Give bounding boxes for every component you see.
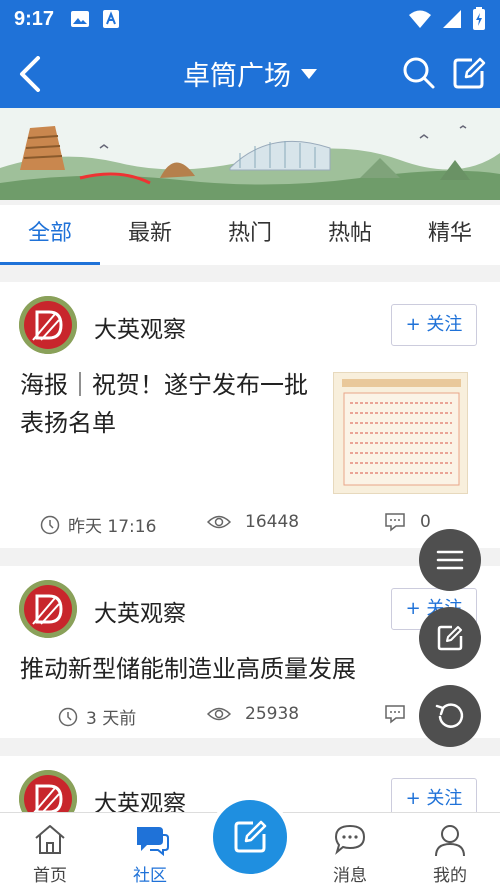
post-time-text: 昨天 17:16 (68, 517, 157, 537)
profile-icon (435, 825, 465, 857)
home-icon (35, 825, 65, 854)
follow-button[interactable]: + 关注 (391, 304, 477, 346)
eye-icon (207, 515, 231, 529)
tab-all[interactable]: 全部 (0, 205, 100, 265)
tab-hot-posts[interactable]: 热帖 (300, 205, 400, 265)
author-avatar[interactable] (19, 296, 77, 354)
signal-icon (443, 10, 461, 28)
post-views-count: 16448 (245, 512, 300, 532)
clock-icon (40, 515, 60, 534)
nav-community-label: 社区 (133, 866, 167, 886)
follow-button[interactable]: + 关注 (391, 778, 477, 816)
edit-icon (437, 625, 463, 651)
author-name[interactable]: 大英观察 (94, 594, 186, 628)
tab-latest[interactable]: 最新 (100, 205, 200, 265)
comment-icon (385, 513, 405, 532)
dropdown-arrow-icon (301, 68, 317, 79)
post-time: 昨天 17:16 (40, 512, 156, 537)
post-thumbnail[interactable] (333, 372, 468, 494)
clock-icon (58, 707, 78, 726)
post-comments-count: 0 (420, 512, 431, 532)
category-tabs: 全部 最新 热门 热帖 精华 (0, 205, 500, 265)
nav-messages-label: 消息 (333, 866, 367, 886)
author-logo-icon (19, 770, 77, 816)
post-views: 25938 (207, 704, 299, 724)
community-icon (137, 827, 169, 857)
nav-profile[interactable]: 我的 (400, 813, 500, 888)
wifi-icon (409, 10, 431, 28)
refresh-icon (435, 703, 464, 728)
post-card[interactable]: 大英观察 + 关注 海报｜祝贺！遂宁发布一批表扬名单 昨天 17:16 1644… (0, 282, 500, 548)
post-title[interactable]: 推动新型储能制造业高质量发展 (20, 650, 480, 688)
gallery-icon (71, 11, 90, 27)
nav-messages[interactable]: 消息 (300, 813, 400, 888)
comment-icon (385, 705, 405, 724)
tab-hot[interactable]: 热门 (200, 205, 300, 265)
center-compose-button[interactable] (209, 796, 291, 878)
status-time: 9:17 (14, 7, 55, 30)
banner-image[interactable] (0, 108, 500, 200)
author-logo-icon (19, 296, 77, 354)
post-time: 3 天前 (58, 704, 136, 729)
message-icon (334, 824, 366, 855)
battery-icon (473, 7, 485, 30)
banner-illustration (0, 108, 500, 200)
search-icon (403, 57, 435, 89)
page-title: 卓筒广场 (183, 61, 291, 92)
post-views: 16448 (207, 512, 299, 532)
floating-edit-button[interactable] (419, 607, 481, 669)
app-header: 卓筒广场 (0, 38, 500, 108)
compose-icon (234, 820, 267, 853)
post-views-count: 25938 (245, 704, 300, 724)
search-button[interactable] (402, 56, 436, 90)
eye-icon (207, 707, 231, 721)
edit-icon (453, 57, 486, 89)
tab-featured[interactable]: 精华 (400, 205, 500, 265)
app-notification-icon (103, 10, 120, 28)
author-name[interactable]: 大英观察 (94, 310, 186, 344)
post-title[interactable]: 海报｜祝贺！遂宁发布一批表扬名单 (20, 366, 320, 442)
post-comments[interactable]: 0 (384, 512, 431, 532)
nav-community[interactable]: 社区 (100, 813, 200, 888)
author-avatar[interactable] (19, 770, 77, 816)
floating-menu-button[interactable] (419, 529, 481, 591)
author-logo-icon (19, 580, 77, 638)
status-bar: 9:17 (0, 0, 500, 38)
post-time-text: 3 天前 (86, 709, 137, 729)
compose-button[interactable] (452, 56, 486, 90)
nav-profile-label: 我的 (433, 866, 467, 886)
floating-refresh-button[interactable] (419, 685, 481, 747)
poster-thumbnail-image (334, 373, 467, 493)
nav-home-label: 首页 (33, 866, 67, 886)
menu-icon (436, 550, 464, 570)
nav-home[interactable]: 首页 (0, 813, 100, 888)
author-avatar[interactable] (19, 580, 77, 638)
